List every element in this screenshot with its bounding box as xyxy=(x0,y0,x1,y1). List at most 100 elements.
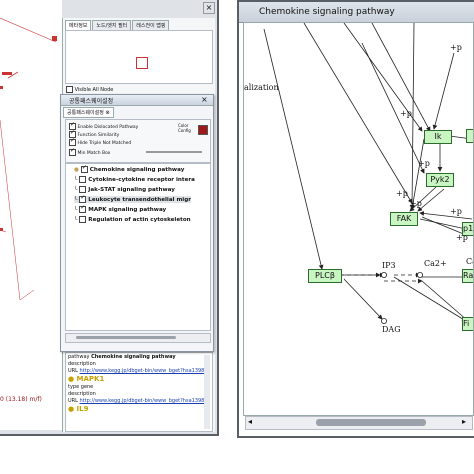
pathway-label: Leukocyte transendothelial migr xyxy=(88,197,191,203)
pathway-label: Jak-STAT signaling pathway xyxy=(88,187,175,193)
common-pathway-dialog: 공통패스웨이설정 × 공통패스웨이설정 ⊗ Enable Dislocated … xyxy=(60,94,214,352)
gene-icon: ● xyxy=(68,405,75,413)
options-group: Enable Dislocated Pathway Function Simil… xyxy=(65,119,211,163)
node-marker[interactable] xyxy=(52,36,57,41)
tree-branch-icon: └ xyxy=(74,207,78,213)
pathway-checkbox[interactable] xyxy=(79,194,87,203)
phospho-label: +p xyxy=(410,199,422,208)
gene-pyk2[interactable]: Pyk2 xyxy=(426,173,454,187)
pathway-item[interactable]: └ MAPK signaling pathway xyxy=(74,204,167,213)
network-canvas[interactable]: 0 (13.18) m/f) xyxy=(0,0,62,430)
pathway-window: Chemokine signaling pathway Ik Pyk2 FAK … xyxy=(237,0,474,438)
pathway-label: MAPK signaling pathway xyxy=(88,207,167,213)
scroll-right-icon[interactable]: ▸ xyxy=(462,417,466,426)
pathway-list: ● Chemokine signaling pathway └ Cytokine… xyxy=(65,163,211,331)
node-marker[interactable] xyxy=(0,86,3,89)
tree-branch-icon: └ xyxy=(74,197,78,203)
pathway-item[interactable]: ● Chemokine signaling pathway xyxy=(74,164,185,173)
phospho-label: +p xyxy=(418,159,430,168)
visible-all-node-checkbox[interactable] xyxy=(66,86,73,93)
calcium-label: Ca2+ xyxy=(424,259,447,268)
pathway-diagram[interactable]: Ik Pyk2 FAK p13 PLCβ Ra Fi +p +p +p +p +… xyxy=(243,22,474,416)
pathway-label: Chemokine signaling pathway xyxy=(89,167,185,173)
pathway-checkbox[interactable] xyxy=(80,164,88,173)
min-match-slider[interactable] xyxy=(146,151,202,153)
node-marker[interactable] xyxy=(0,228,3,231)
pathway-list-scrollbar[interactable] xyxy=(65,333,211,343)
pathway-checkbox[interactable] xyxy=(79,186,87,193)
color-config-label: Color Config xyxy=(178,123,191,133)
hide-triple-checkbox[interactable] xyxy=(69,137,76,146)
metadata-scrollbar[interactable] xyxy=(204,355,210,429)
visible-all-node-label: Visible All Node xyxy=(74,87,114,93)
meta-key: description xyxy=(68,361,96,367)
dialog-titlebar[interactable]: 공통패스웨이설정 × xyxy=(61,95,213,106)
pathway-checkbox[interactable] xyxy=(79,216,87,223)
dialog-title: 공통패스웨이설정 xyxy=(69,98,114,105)
gene-ra[interactable]: Ra xyxy=(462,269,473,283)
phospho-label: +p xyxy=(456,233,468,242)
meta-key: type xyxy=(68,384,80,390)
pathway-label: Cytokine-cytokine receptor intera xyxy=(88,177,195,183)
meta-value: gene xyxy=(80,384,94,390)
window-titlebar[interactable]: Chemokine signaling pathway xyxy=(239,2,474,23)
gene-fak[interactable]: FAK xyxy=(390,212,418,226)
window-title: Chemokine signaling pathway xyxy=(259,7,395,17)
overview-viewport[interactable] xyxy=(136,57,148,69)
gene-name[interactable]: MAPK1 xyxy=(77,375,105,383)
pathway-item[interactable]: └ Jak-STAT signaling pathway xyxy=(74,186,175,193)
option-label: Function Similarity xyxy=(77,133,120,138)
meta-url-link[interactable]: http://www.kegg.jp/dbget-bin/www_bget?hs… xyxy=(80,398,205,404)
tab-common-pathway[interactable]: 공통패스웨이설정 ⊗ xyxy=(63,107,114,118)
scrollbar-thumb[interactable] xyxy=(316,419,426,426)
pathway-checkbox[interactable] xyxy=(79,204,87,213)
tree-branch-icon: └ xyxy=(74,187,78,193)
gene-box-partial[interactable] xyxy=(466,129,473,143)
node-marker[interactable] xyxy=(2,72,12,75)
visible-all-node-row[interactable]: Visible All Node xyxy=(66,86,113,93)
tree-branch-icon: └ xyxy=(74,177,78,183)
gene-plcb[interactable]: PLCβ xyxy=(308,269,342,283)
color-swatch[interactable] xyxy=(198,125,208,135)
metadata-list: pathway Chemokine signaling pathway desc… xyxy=(65,352,213,432)
left-app-window: 0 (13.18) m/f) × 메타정보 노드/엣지 필터 레스전이 맵핑 Vis… xyxy=(0,0,219,436)
tab-label: 공통패스웨이설정 xyxy=(67,110,104,116)
meta-key: URL xyxy=(68,398,78,404)
scroll-left-icon[interactable]: ◂ xyxy=(248,417,252,426)
tree-branch-icon: └ xyxy=(74,217,78,223)
meta-key: pathway xyxy=(68,354,90,360)
pathway-label: Regulation of actin cytoskeleton xyxy=(88,217,191,223)
phospho-label: +p xyxy=(396,189,408,198)
gene-fi[interactable]: Fi xyxy=(462,317,473,331)
close-icon[interactable]: × xyxy=(203,2,215,14)
meta-value: Chemokine signaling pathway xyxy=(91,354,176,360)
localization-label: alization xyxy=(244,83,279,92)
dag-label: DAG xyxy=(382,325,401,334)
meta-key: description xyxy=(68,391,96,397)
folder-icon: ● xyxy=(74,167,79,173)
pathway-item[interactable]: └ Regulation of actin cytoskeleton xyxy=(74,216,191,223)
network-edges xyxy=(0,17,57,301)
phospho-label: +p xyxy=(450,207,462,216)
phospho-label: +p xyxy=(400,109,412,118)
overview-box[interactable] xyxy=(65,30,213,84)
pathway-edges xyxy=(263,23,473,324)
ip3-label: IP3 xyxy=(382,261,396,270)
horizontal-scrollbar[interactable]: ◂ ▸ xyxy=(245,416,473,430)
option-label: Hide Triple Not Matched xyxy=(77,141,132,146)
pathway-item-selected[interactable]: └ Leukocyte transendothelial migr xyxy=(74,194,191,203)
min-match-checkbox[interactable] xyxy=(69,147,76,156)
close-icon[interactable]: × xyxy=(201,95,208,104)
phospho-label: +p xyxy=(450,43,462,52)
gene-icon: ● xyxy=(68,375,75,383)
meta-url-link[interactable]: http://www.kegg.jp/dbget-bin/www_bget?hs… xyxy=(80,368,205,374)
pathway-item[interactable]: └ Cytokine-cytokine receptor intera xyxy=(74,176,195,183)
option-label: Min Match Box xyxy=(77,151,111,156)
scrollbar-thumb[interactable] xyxy=(76,336,176,339)
gene-name[interactable]: IL9 xyxy=(77,405,89,413)
calcium-label: Ca xyxy=(466,257,473,266)
gene-ik[interactable]: Ik xyxy=(424,130,452,144)
meta-key: URL xyxy=(68,368,78,374)
pathway-checkbox[interactable] xyxy=(79,176,87,183)
option-label: Enable Dislocated Pathway xyxy=(77,125,139,130)
